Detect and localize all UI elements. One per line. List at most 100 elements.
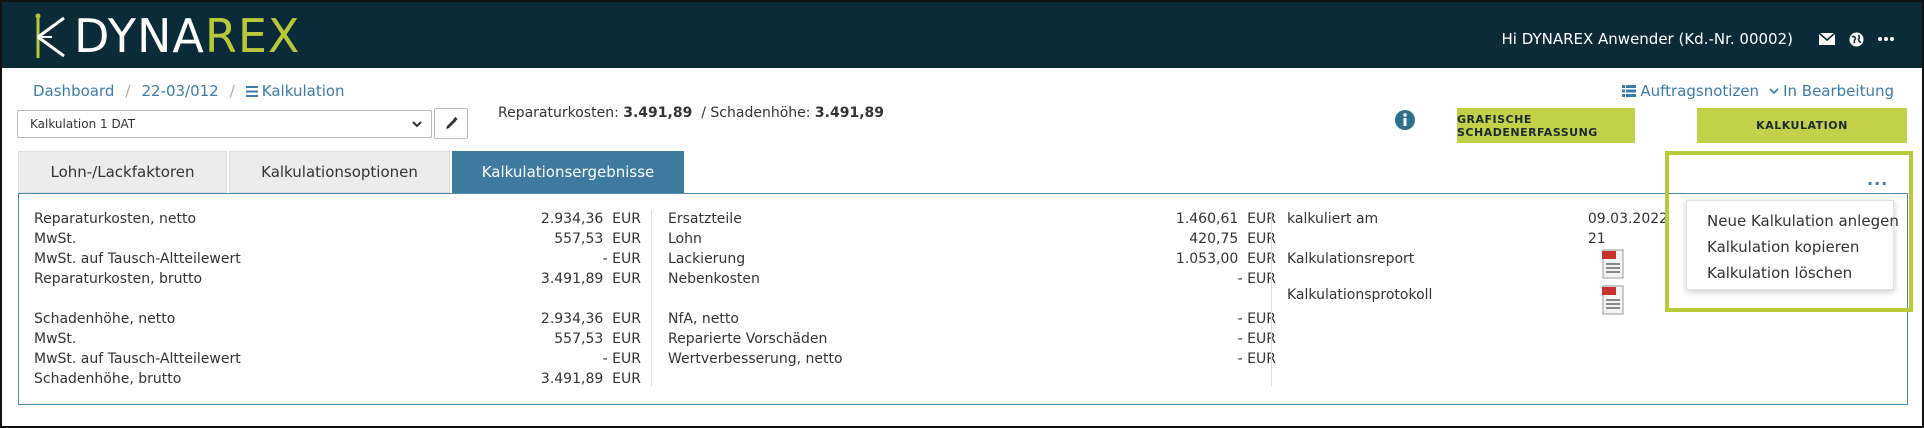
logo-text-white: DYNA: [74, 9, 205, 63]
result-row: Schadenhöhe, brutto 3.491,89 EUR: [34, 369, 641, 389]
results-group: Schadenhöhe, netto 2.934,36 EUR MwSt. 557,…: [34, 309, 641, 389]
calculation-report-label: Kalkulationsreport: [1287, 251, 1415, 267]
tab-calculation-results[interactable]: Kalkulationsergebnisse: [452, 151, 684, 193]
result-row: Reparaturkosten, netto 2.934,36 EUR: [34, 209, 641, 229]
result-label: Lackierung: [668, 251, 746, 267]
tab-bar: Lohn-/Lackfaktoren Kalkulationsoptionen …: [18, 151, 686, 193]
repair-cost-label: Reparaturkosten:: [498, 105, 619, 121]
result-value: 1.053,00 EUR: [1176, 249, 1276, 269]
result-row: MwSt. auf Tausch-Altteilewert - EUR: [34, 249, 641, 269]
calculation-select[interactable]: Kalkulation 1 DAT: [17, 110, 432, 138]
result-amount: 557,53: [554, 331, 604, 347]
breadcrumb-dashboard[interactable]: Dashboard: [33, 82, 114, 100]
result-label: Reparaturkosten, brutto: [34, 271, 203, 287]
result-row: MwSt. 557,53 EUR: [34, 229, 641, 249]
result-amount: -: [602, 351, 608, 367]
result-row: Lackierung 1.053,00 EUR: [668, 249, 1276, 269]
result-value: - EUR: [603, 249, 641, 269]
result-amount: -: [1237, 351, 1243, 367]
tab-label: Kalkulationsoptionen: [261, 163, 418, 181]
result-row: Ersatzteile 1.460,61 EUR: [668, 209, 1276, 229]
result-amount: 2.934,36: [540, 311, 604, 327]
results-group: Reparaturkosten, netto 2.934,36 EUR MwSt.…: [34, 209, 641, 289]
damage-amount-value: 3.491,89: [814, 105, 885, 121]
result-row: Nebenkosten - EUR: [668, 269, 1276, 289]
result-unit: EUR: [612, 331, 641, 347]
calculated-at-row: kalkuliert am 09.03.2022 21: [1287, 209, 1687, 247]
results-column-left: Reparaturkosten, netto 2.934,36 EUR MwSt.…: [34, 209, 641, 389]
result-label: Nebenkosten: [668, 271, 760, 287]
result-row: MwSt. 557,53 EUR: [34, 329, 641, 349]
damage-amount-label: / Schadenhöhe:: [701, 105, 811, 121]
cost-summary: Reparaturkosten: 3.491,89 / Schadenhöhe:…: [498, 105, 884, 121]
result-unit: EUR: [612, 271, 641, 287]
result-row: Reparaturkosten, brutto 3.491,89 EUR: [34, 269, 641, 289]
pdf-icon[interactable]: [1602, 249, 1624, 279]
logo-mark-icon: [32, 12, 74, 60]
result-amount: 3.491,89: [540, 371, 604, 387]
dynarex-logo[interactable]: DYNAREX: [32, 10, 300, 62]
mail-icon[interactable]: [1819, 33, 1835, 45]
tab-calculation-options[interactable]: Kalkulationsoptionen: [229, 151, 450, 193]
result-unit: EUR: [612, 211, 641, 227]
result-value: 1.460,61 EUR: [1176, 209, 1276, 229]
result-amount: 3.491,89: [540, 271, 604, 287]
status-dropdown[interactable]: In Bearbeitung: [1769, 82, 1894, 100]
result-value: 3.491,89 EUR: [541, 369, 641, 389]
order-notes-label: Auftragsnotizen: [1640, 82, 1760, 100]
tab-wage-paint-factors[interactable]: Lohn-/Lackfaktoren: [18, 151, 227, 193]
user-greeting[interactable]: Hi DYNAREX Anwender (Kd.-Nr. 00002): [1502, 30, 1794, 48]
result-amount: -: [1237, 331, 1243, 347]
result-row: NfA, netto - EUR: [668, 309, 1276, 329]
top-right-links: Auftragsnotizen In Bearbeitung: [1612, 82, 1894, 100]
pdf-icon[interactable]: [1602, 285, 1624, 315]
graphic-damage-capture-button[interactable]: GRAFISCHE SCHADENERFASSUNG: [1457, 108, 1635, 143]
more-icon[interactable]: [1878, 37, 1894, 41]
result-unit: EUR: [612, 371, 641, 387]
result-row: MwSt. auf Tausch-Altteilewert - EUR: [34, 349, 641, 369]
result-value: 557,53 EUR: [554, 329, 641, 349]
result-amount: -: [1237, 271, 1243, 287]
result-row: Reparierte Vorschäden - EUR: [668, 329, 1276, 349]
result-label: NfA, netto: [668, 311, 739, 327]
result-row: Lohn 420,75 EUR: [668, 229, 1276, 249]
result-amount: -: [1237, 311, 1243, 327]
breadcrumb: Dashboard / 22-03/012 / Kalkulation: [33, 82, 345, 100]
results-column-middle: Ersatzteile 1.460,61 EUR Lohn 420,75 EUR L…: [668, 209, 1276, 369]
edit-calculation-button[interactable]: [434, 108, 468, 139]
info-icon[interactable]: [1395, 110, 1415, 134]
breadcrumb-current[interactable]: Kalkulation: [262, 82, 345, 100]
chevron-down-icon: [1769, 87, 1779, 95]
result-amount: 2.934,36: [540, 211, 604, 227]
more-options-button[interactable]: ...: [1867, 170, 1888, 189]
protocol-row: Kalkulationsprotokoll: [1287, 285, 1687, 319]
result-value: 557,53 EUR: [554, 229, 641, 249]
menu-item-new-calculation[interactable]: Neue Kalkulation anlegen: [1687, 208, 1899, 234]
calculation-protocol-label: Kalkulationsprotokoll: [1287, 287, 1433, 303]
pencil-icon: [445, 117, 458, 130]
result-label: MwSt. auf Tausch-Altteilewert: [34, 351, 241, 367]
result-label: MwSt.: [34, 231, 77, 247]
menu-item-delete-calculation[interactable]: Kalkulation löschen: [1687, 260, 1893, 286]
result-amount: 557,53: [554, 231, 604, 247]
result-unit: EUR: [612, 351, 641, 367]
menu-item-copy-calculation[interactable]: Kalkulation kopieren: [1687, 234, 1893, 260]
user-area: Hi DYNAREX Anwender (Kd.-Nr. 00002): [1502, 30, 1894, 48]
repair-cost-value: 3.491,89: [623, 105, 693, 121]
result-value: - EUR: [603, 349, 641, 369]
result-label: Lohn: [668, 231, 702, 247]
result-value: 2.934,36 EUR: [541, 209, 641, 229]
graphic-damage-capture-label: GRAFISCHE SCHADENERFASSUNG: [1457, 112, 1598, 139]
chevron-down-icon: [411, 118, 423, 133]
results-column-right: kalkuliert am 09.03.2022 21 Kalkulations…: [1287, 209, 1687, 319]
result-label: MwSt.: [34, 331, 77, 347]
results-panel: Reparaturkosten, netto 2.934,36 EUR MwSt.…: [18, 193, 1908, 405]
order-notes-link[interactable]: Auftragsnotizen: [1622, 82, 1759, 100]
calculation-button[interactable]: KALKULATION: [1697, 108, 1907, 143]
results-group: Ersatzteile 1.460,61 EUR Lohn 420,75 EUR L…: [668, 209, 1276, 289]
breadcrumb-case[interactable]: 22-03/012: [141, 82, 218, 100]
status-label: In Bearbeitung: [1783, 82, 1894, 100]
globe-icon[interactable]: [1849, 31, 1864, 47]
result-unit: EUR: [612, 311, 641, 327]
tab-label: Kalkulationsergebnisse: [481, 163, 655, 181]
